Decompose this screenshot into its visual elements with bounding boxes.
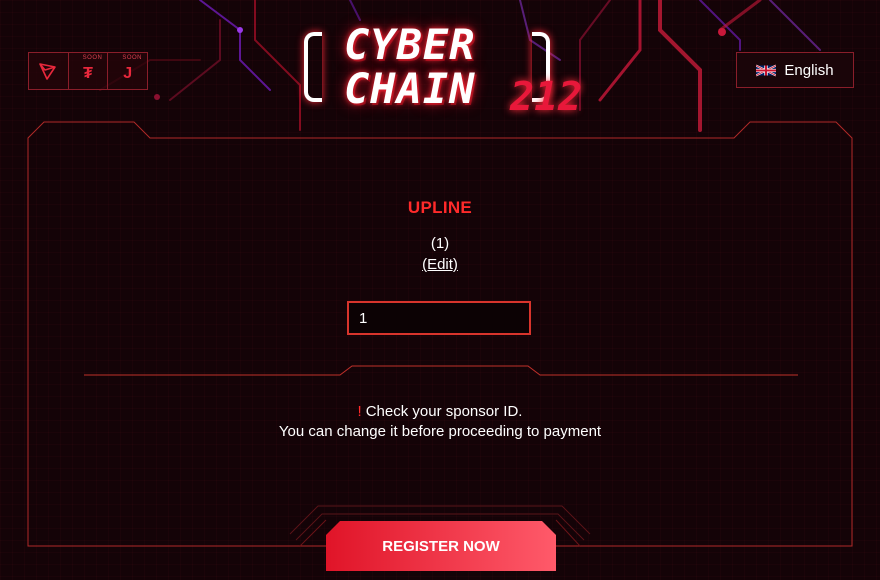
token-selector: SOON ₮ SOON J (28, 52, 148, 90)
token-tether[interactable]: SOON ₮ (69, 53, 109, 89)
logo-text-line2: CHAIN (344, 64, 476, 113)
logo-bracket-left (304, 32, 322, 102)
sponsor-warning: ! Check your sponsor ID. (0, 403, 880, 420)
warning-mark: ! (357, 403, 362, 420)
sponsor-id-input[interactable] (347, 301, 531, 335)
soon-badge: SOON (122, 55, 143, 61)
j-token-icon: J (123, 65, 133, 82)
tron-icon (39, 63, 57, 80)
uk-flag-icon (756, 64, 777, 76)
edit-upline-link[interactable]: (Edit) (422, 256, 458, 273)
token-tron[interactable] (29, 53, 69, 89)
sponsor-hint: You can change it before proceeding to p… (278, 423, 602, 440)
language-label: English (784, 61, 834, 79)
language-selector[interactable]: English (736, 52, 854, 88)
cyberchain-logo: CYBER CHAIN 212 (300, 18, 590, 128)
token-j[interactable]: SOON J (108, 53, 147, 89)
logo-suffix: 212 (510, 74, 583, 120)
logo-text-line1: CYBER (344, 20, 476, 69)
tether-icon: ₮ (83, 65, 93, 82)
edit-link-wrapper: (Edit) (0, 256, 880, 273)
upline-title: UPLINE (407, 198, 473, 217)
upline-id: (1) (430, 235, 450, 252)
soon-badge: SOON (82, 55, 103, 61)
warning-text: Check your sponsor ID. (365, 403, 523, 420)
register-now-button[interactable]: REGISTER NOW (326, 521, 556, 571)
